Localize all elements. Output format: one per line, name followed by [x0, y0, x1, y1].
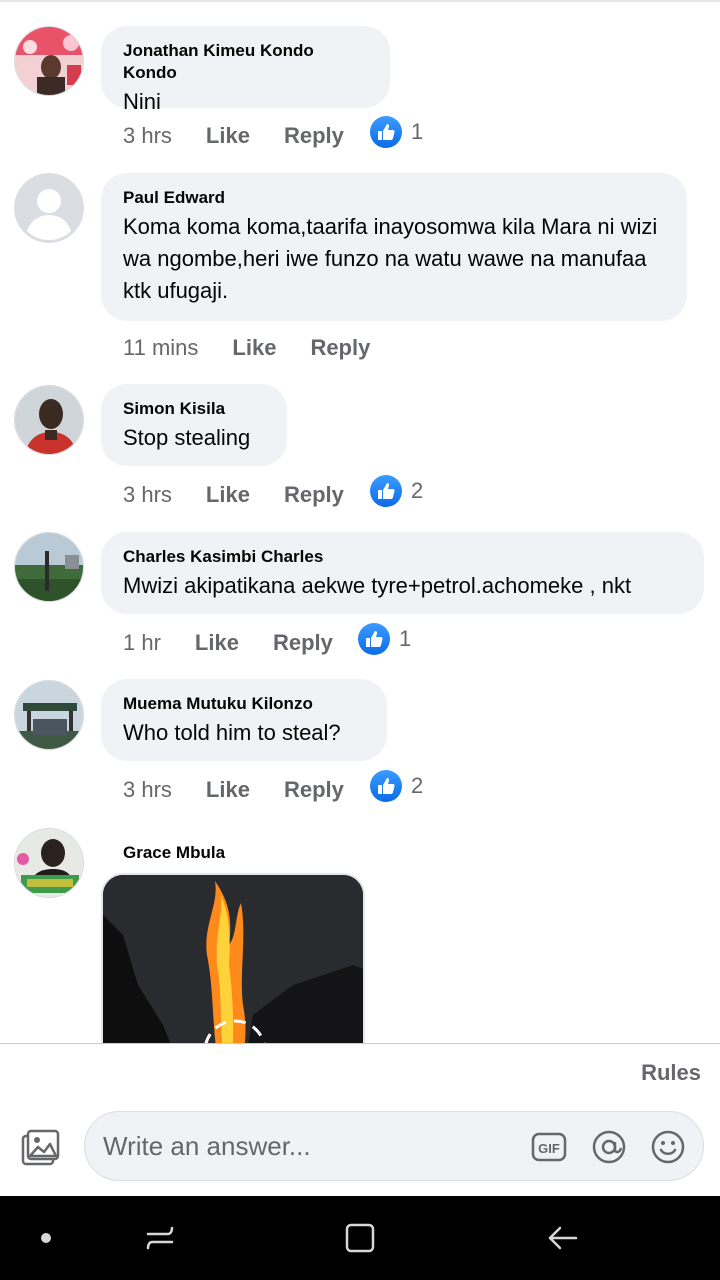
system-navigation-bar: [0, 1196, 720, 1280]
reaction-count: 2: [411, 773, 424, 798]
reply-button[interactable]: Reply: [284, 123, 344, 149]
comment-author[interactable]: Grace Mbula: [123, 842, 225, 864]
fire-photo: [103, 875, 363, 1043]
comment-time[interactable]: 3 hrs: [123, 482, 172, 508]
avatar[interactable]: [14, 173, 84, 243]
comment-text: Stop stealing: [123, 425, 251, 450]
like-reaction-icon: [370, 475, 402, 507]
avatar[interactable]: [14, 26, 84, 96]
comment-author[interactable]: Muema Mutuku Kilonzo: [123, 693, 365, 715]
comment-text: Nini: [123, 89, 161, 114]
like-button[interactable]: Like: [195, 630, 239, 656]
overview-icon[interactable]: [344, 1222, 376, 1254]
gif-icon[interactable]: GIF: [531, 1129, 567, 1165]
reaction-summary[interactable]: 1: [370, 116, 423, 148]
avatar[interactable]: [14, 828, 84, 898]
rules-link[interactable]: Rules: [641, 1060, 701, 1086]
reply-button[interactable]: Reply: [284, 777, 344, 803]
comment-time[interactable]: 1 hr: [123, 630, 161, 656]
like-reaction-icon: [370, 770, 402, 802]
reply-button[interactable]: Reply: [310, 335, 370, 361]
answer-input[interactable]: [103, 1112, 503, 1180]
comment-bubble[interactable]: Charles Kasimbi Charles Mwizi akipatikan…: [101, 532, 704, 614]
reply-button[interactable]: Reply: [284, 482, 344, 508]
avatar[interactable]: [14, 680, 84, 750]
default-user-icon: [14, 173, 84, 243]
comment-bubble[interactable]: Muema Mutuku Kilonzo Who told him to ste…: [101, 679, 387, 761]
comment-actions: 11 mins Like Reply: [123, 332, 370, 364]
comment-text: Koma koma koma,taarifa inayosomwa kila M…: [123, 214, 658, 303]
avatar[interactable]: [14, 385, 84, 455]
comment-text: Mwizi akipatikana aekwe tyre+petrol.acho…: [123, 573, 632, 598]
home-dot-icon[interactable]: [30, 1222, 62, 1254]
like-button[interactable]: Like: [232, 335, 276, 361]
avatar[interactable]: [14, 532, 84, 602]
reaction-count: 1: [411, 119, 424, 144]
svg-text:GIF: GIF: [538, 1141, 560, 1156]
comment-author[interactable]: Simon Kisila: [123, 398, 265, 420]
reaction-count: 2: [411, 478, 424, 503]
comment-actions: 3 hrs Like Reply: [123, 774, 344, 806]
reaction-summary[interactable]: 2: [370, 475, 423, 507]
comment-author[interactable]: Charles Kasimbi Charles: [123, 546, 682, 568]
profile-photo: [15, 829, 83, 897]
mention-icon[interactable]: [591, 1129, 627, 1165]
like-reaction-icon: [370, 116, 402, 148]
comment-author[interactable]: Jonathan Kimeu Kondo Kondo: [123, 40, 368, 84]
reaction-count: 1: [399, 626, 412, 651]
back-icon[interactable]: [546, 1222, 578, 1254]
like-button[interactable]: Like: [206, 482, 250, 508]
recents-icon[interactable]: [144, 1222, 176, 1254]
like-button[interactable]: Like: [206, 123, 250, 149]
emoji-icon[interactable]: [650, 1129, 686, 1165]
comment-actions: 1 hr Like Reply: [123, 627, 333, 659]
profile-photo: [15, 27, 83, 95]
comment-time[interactable]: 3 hrs: [123, 777, 172, 803]
comment-composer: Rules GIF: [0, 1044, 720, 1196]
profile-photo: [15, 533, 83, 601]
comment-author[interactable]: Paul Edward: [123, 187, 665, 209]
profile-photo: [15, 386, 83, 454]
comment-time[interactable]: 3 hrs: [123, 123, 172, 149]
comment-bubble[interactable]: Simon Kisila Stop stealing: [101, 384, 287, 466]
comment-text: Who told him to steal?: [123, 720, 341, 745]
comment-bubble[interactable]: Jonathan Kimeu Kondo Kondo Nini: [101, 26, 390, 114]
comment-photo-attachment[interactable]: [101, 873, 365, 1043]
answer-input-container[interactable]: GIF: [84, 1111, 704, 1181]
reply-button[interactable]: Reply: [273, 630, 333, 656]
comment-actions: 3 hrs Like Reply: [123, 479, 344, 511]
comment-actions: 3 hrs Like Reply: [123, 120, 344, 152]
like-button[interactable]: Like: [206, 777, 250, 803]
photo-icon[interactable]: [20, 1128, 62, 1168]
reaction-summary[interactable]: 2: [370, 770, 423, 802]
reaction-summary[interactable]: 1: [358, 623, 411, 655]
comments-feed[interactable]: Jonathan Kimeu Kondo Kondo Nini 3 hrs Li…: [0, 0, 720, 1043]
comment-bubble[interactable]: Paul Edward Koma koma koma,taarifa inayo…: [101, 173, 687, 321]
comment-time[interactable]: 11 mins: [123, 335, 198, 361]
like-reaction-icon: [358, 623, 390, 655]
profile-photo: [15, 681, 83, 749]
